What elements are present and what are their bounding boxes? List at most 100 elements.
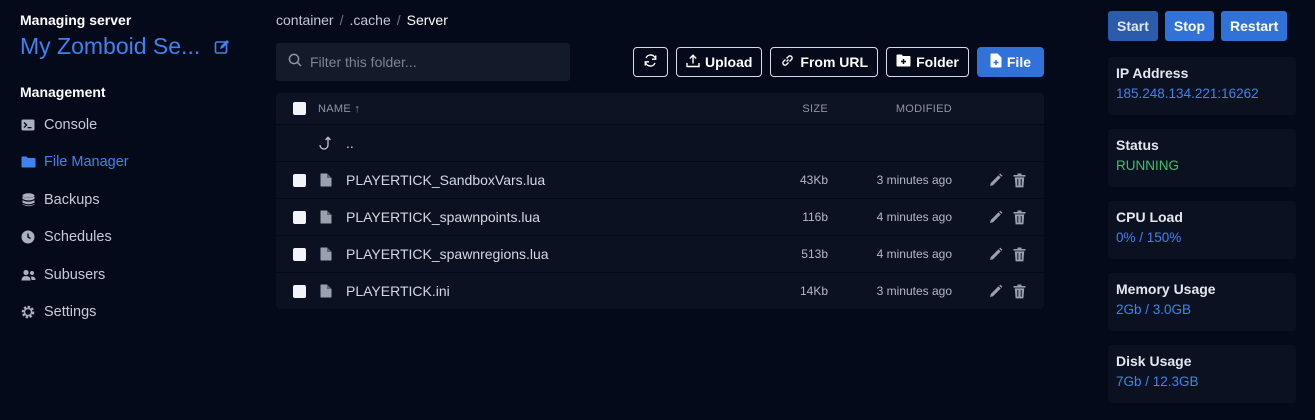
disk-usage-value: 7Gb / 12.3GB [1116, 374, 1199, 389]
sidebar-item-label: File Manager [44, 154, 129, 171]
row-actions [988, 210, 1028, 225]
breadcrumb-current: Server [406, 12, 448, 28]
trash-icon[interactable] [1013, 247, 1028, 262]
row-checkbox[interactable] [293, 210, 306, 224]
sidebar-item-label: Subusers [44, 266, 106, 283]
managing-server-label: Managing server [20, 12, 132, 28]
name-column-header[interactable]: NAME ↑ [318, 103, 360, 115]
link-icon [780, 53, 795, 71]
edit-server-name-icon[interactable] [214, 39, 230, 55]
table-row[interactable]: PLAYERTICK_SandboxVars.lua 43Kb 3 minute… [276, 161, 1044, 198]
file-modified: 4 minutes ago [876, 247, 952, 261]
pencil-icon[interactable] [988, 173, 1003, 188]
file-name[interactable]: PLAYERTICK_spawnpoints.lua [346, 209, 540, 225]
sidebar-item-console[interactable]: Console [20, 106, 240, 144]
sidebar-item-label: Console [44, 116, 98, 133]
file-icon [320, 247, 332, 261]
status-value: RUNNING [1116, 158, 1179, 173]
stat-label: Disk Usage [1116, 353, 1192, 369]
file-modified: 3 minutes ago [876, 173, 952, 187]
file-toolbar: Upload From URL Folder File [632, 47, 1044, 77]
stat-status: Status RUNNING [1108, 129, 1296, 187]
file-plus-icon [990, 53, 1002, 71]
file-size: 116b [802, 210, 828, 224]
terminal-icon [20, 117, 36, 133]
breadcrumb-item-container[interactable]: container [276, 12, 334, 28]
row-checkbox[interactable] [293, 173, 306, 187]
upload-label: Upload [704, 54, 753, 70]
database-icon [20, 192, 36, 208]
level-up-icon [318, 136, 332, 150]
sidebar-item-backups[interactable]: Backups [20, 181, 240, 219]
sidebar-item-subusers[interactable]: Subusers [20, 256, 240, 294]
breadcrumb-item-cache[interactable]: .cache [349, 12, 390, 28]
file-icon [320, 173, 332, 187]
file-manager-page: Managing server My Zomboid Se... Managem… [0, 0, 1315, 420]
gear-icon [20, 304, 36, 320]
upload-icon [686, 53, 700, 71]
trash-icon[interactable] [1013, 173, 1028, 188]
from-url-label: From URL [800, 54, 869, 70]
ip-address-value[interactable]: 185.248.134.221:16262 [1116, 86, 1288, 101]
new-file-button[interactable]: File [976, 47, 1044, 77]
file-table: NAME ↑ SIZE MODIFIED .. PLAYERTICK_Sandb… [276, 93, 1044, 309]
stop-button[interactable]: Stop [1164, 11, 1215, 41]
stat-disk-usage: Disk Usage 7Gb / 12.3GB [1108, 345, 1296, 403]
stat-label: CPU Load [1116, 209, 1183, 225]
sidebar-item-settings[interactable]: Settings [20, 294, 240, 332]
folder-label: Folder [916, 54, 959, 70]
start-button[interactable]: Start [1108, 11, 1158, 41]
file-modified: 4 minutes ago [876, 210, 952, 224]
file-size: 14Kb [799, 284, 828, 298]
file-name[interactable]: PLAYERTICK.ini [346, 283, 450, 299]
table-row[interactable]: PLAYERTICK_spawnregions.lua 513b 4 minut… [276, 235, 1044, 272]
stat-ip-address: IP Address 185.248.134.221:16262 [1108, 57, 1296, 115]
stat-cpu-load: CPU Load 0% / 150% [1108, 201, 1296, 259]
table-row[interactable]: PLAYERTICK.ini 14Kb 3 minutes ago [276, 272, 1044, 309]
sidebar-item-label: Backups [44, 191, 100, 208]
upload-button[interactable]: Upload [675, 47, 763, 77]
select-all-checkbox[interactable] [293, 102, 306, 115]
server-title-row: My Zomboid Se... [20, 33, 240, 60]
breadcrumb-separator: / [396, 12, 401, 28]
file-name[interactable]: PLAYERTICK_SandboxVars.lua [346, 172, 545, 188]
sidebar-item-schedules[interactable]: Schedules [20, 219, 240, 257]
sidebar-item-file-manager[interactable]: File Manager [20, 144, 240, 182]
row-checkbox[interactable] [293, 284, 306, 298]
pencil-icon[interactable] [988, 284, 1003, 299]
filter-input[interactable] [310, 54, 560, 70]
sidebar: Managing server My Zomboid Se... Managem… [20, 12, 240, 331]
management-section-label: Management [20, 84, 106, 100]
clock-icon [20, 229, 36, 245]
refresh-icon [643, 53, 658, 71]
file-size: 43Kb [799, 173, 828, 187]
restart-button[interactable]: Restart [1221, 11, 1288, 41]
cpu-load-value: 0% / 150% [1116, 230, 1182, 245]
file-name[interactable]: PLAYERTICK_spawnregions.lua [346, 246, 549, 262]
users-icon [20, 267, 36, 283]
refresh-button[interactable] [632, 47, 668, 77]
pencil-icon[interactable] [988, 247, 1003, 262]
memory-usage-value: 2Gb / 3.0GB [1116, 302, 1192, 317]
row-checkbox[interactable] [293, 247, 306, 261]
modified-column-header[interactable]: MODIFIED [896, 103, 952, 115]
size-column-header[interactable]: SIZE [802, 103, 828, 115]
parent-directory-label: .. [346, 135, 354, 151]
trash-icon[interactable] [1013, 210, 1028, 225]
file-modified: 3 minutes ago [876, 284, 952, 298]
pencil-icon[interactable] [988, 210, 1003, 225]
filter-box [276, 43, 570, 81]
row-actions [988, 247, 1028, 262]
from-url-button[interactable]: From URL [770, 47, 879, 77]
new-folder-button[interactable]: Folder [886, 47, 969, 77]
stat-label: Status [1116, 137, 1159, 153]
breadcrumb-separator: / [339, 12, 344, 28]
table-row[interactable]: PLAYERTICK_spawnpoints.lua 116b 4 minute… [276, 198, 1044, 235]
table-header: NAME ↑ SIZE MODIFIED [276, 93, 1044, 124]
sort-ascending-icon: ↑ [354, 102, 361, 115]
sidebar-item-label: Settings [44, 304, 97, 321]
breadcrumb: container / .cache / Server [276, 12, 448, 28]
sidebar-item-label: Schedules [44, 229, 112, 246]
trash-icon[interactable] [1013, 284, 1028, 299]
parent-directory-row[interactable]: .. [276, 124, 1044, 161]
